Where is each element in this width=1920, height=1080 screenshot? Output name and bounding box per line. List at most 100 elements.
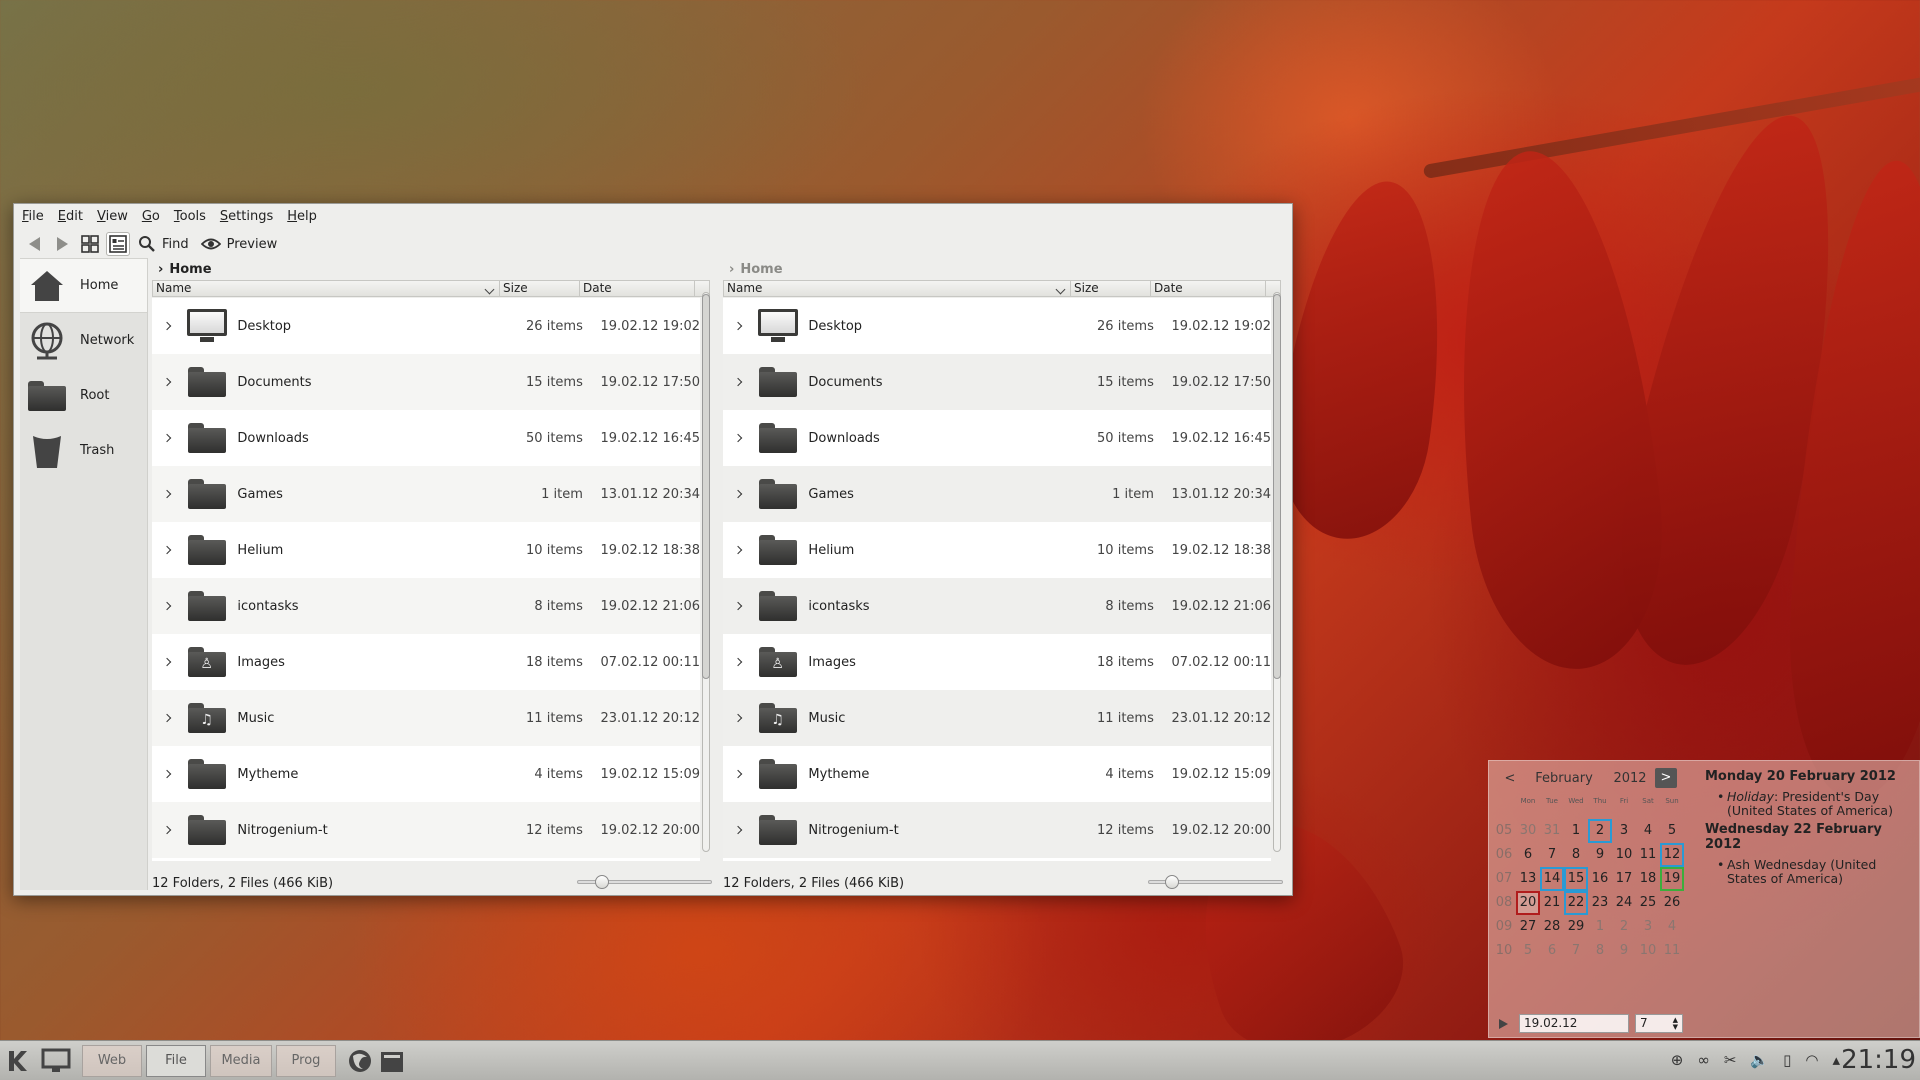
expand-icon[interactable] bbox=[152, 545, 182, 555]
file-row[interactable]: Mytheme 4 items 19.02.12 15:09 bbox=[152, 746, 700, 802]
calendar-day[interactable]: 8 bbox=[1588, 939, 1612, 963]
prev-month-button[interactable]: < bbox=[1497, 771, 1523, 786]
calendar-day[interactable]: 31 bbox=[1540, 819, 1564, 843]
calendar-day[interactable]: 11 bbox=[1660, 939, 1684, 963]
date-input[interactable]: 19.02.12 bbox=[1519, 1014, 1629, 1033]
expand-icon[interactable] bbox=[723, 713, 753, 723]
expand-icon[interactable] bbox=[723, 545, 753, 555]
next-month-button[interactable]: > bbox=[1655, 768, 1677, 788]
calendar-day[interactable]: 16 bbox=[1588, 867, 1612, 891]
week-number[interactable]: 07 bbox=[1492, 867, 1516, 891]
expand-icon[interactable] bbox=[152, 825, 182, 835]
plus-icon[interactable]: ⊕ bbox=[1671, 1051, 1684, 1069]
expand-icon[interactable] bbox=[723, 825, 753, 835]
menu-settings[interactable]: Settings bbox=[220, 209, 273, 224]
calendar-day[interactable]: 20 bbox=[1516, 891, 1540, 915]
left-zoom-slider[interactable] bbox=[577, 875, 712, 889]
activity-file-button[interactable]: File bbox=[146, 1044, 206, 1077]
menu-file[interactable]: File bbox=[22, 209, 44, 224]
calendar-day[interactable]: 19 bbox=[1660, 867, 1684, 891]
week-number[interactable]: 05 bbox=[1492, 819, 1516, 843]
calendar-day[interactable]: 18 bbox=[1636, 867, 1660, 891]
calendar-day[interactable]: 12 bbox=[1660, 843, 1684, 867]
play-icon[interactable] bbox=[1499, 1019, 1508, 1029]
calendar-day[interactable]: 7 bbox=[1564, 939, 1588, 963]
scissors-icon[interactable]: ✂ bbox=[1724, 1051, 1737, 1069]
expand-icon[interactable] bbox=[723, 377, 753, 387]
activity-web-button[interactable]: Web bbox=[82, 1044, 142, 1077]
calendar-day[interactable]: 1 bbox=[1588, 915, 1612, 939]
icons-view-button[interactable] bbox=[78, 232, 102, 256]
file-row[interactable]: Desktop 26 items 19.02.12 19:02 bbox=[152, 298, 700, 354]
calendar-day[interactable]: 10 bbox=[1636, 939, 1660, 963]
menu-view[interactable]: View bbox=[97, 209, 128, 224]
file-row[interactable]: Documents 15 items 19.02.12 17:50 bbox=[152, 354, 700, 410]
calendar-day[interactable]: 9 bbox=[1588, 843, 1612, 867]
file-row[interactable]: Documents 15 items 19.02.12 17:50 bbox=[723, 354, 1271, 410]
firefox-task-icon[interactable] bbox=[344, 1045, 376, 1077]
zoom-knob[interactable] bbox=[595, 875, 609, 889]
calendar-day[interactable]: 6 bbox=[1516, 843, 1540, 867]
file-row[interactable]: ♫ Music 11 items 23.01.12 20:12 bbox=[723, 690, 1271, 746]
calendar-day[interactable]: 3 bbox=[1636, 915, 1660, 939]
calendar-day[interactable]: 28 bbox=[1540, 915, 1564, 939]
menu-tools[interactable]: Tools bbox=[174, 209, 206, 224]
breadcrumb[interactable]: › Home bbox=[723, 258, 1281, 280]
calendar-day[interactable]: 2 bbox=[1612, 915, 1636, 939]
expand-icon[interactable] bbox=[723, 489, 753, 499]
places-item-network[interactable]: Network bbox=[20, 313, 147, 368]
file-row[interactable]: Helium 10 items 19.02.12 18:38 bbox=[723, 522, 1271, 578]
week-number[interactable]: 06 bbox=[1492, 843, 1516, 867]
expand-icon[interactable] bbox=[723, 433, 753, 443]
calendar-day[interactable]: 27 bbox=[1516, 915, 1540, 939]
places-item-trash[interactable]: Trash bbox=[20, 423, 147, 478]
file-row[interactable]: Downloads 50 items 19.02.12 16:45 bbox=[152, 410, 700, 466]
file-row[interactable]: Games 1 item 13.01.12 20:34 bbox=[723, 466, 1271, 522]
calendar-day[interactable]: 23 bbox=[1588, 891, 1612, 915]
calendar-day[interactable]: 7 bbox=[1540, 843, 1564, 867]
expand-icon[interactable] bbox=[152, 321, 182, 331]
expand-icon[interactable] bbox=[723, 321, 753, 331]
battery-icon[interactable]: ▯ bbox=[1783, 1051, 1791, 1069]
find-button[interactable]: Find bbox=[134, 232, 193, 256]
menu-help[interactable]: Help bbox=[287, 209, 317, 224]
menu-edit[interactable]: Edit bbox=[58, 209, 83, 224]
forward-button[interactable] bbox=[50, 232, 74, 256]
calendar-day[interactable]: 15 bbox=[1564, 867, 1588, 891]
calendar-day[interactable]: 4 bbox=[1636, 819, 1660, 843]
show-desktop-icon[interactable] bbox=[36, 1044, 76, 1078]
calendar-day[interactable]: 8 bbox=[1564, 843, 1588, 867]
tray-expand-icon[interactable]: ▴ bbox=[1832, 1051, 1840, 1069]
file-manager-task-icon[interactable] bbox=[376, 1045, 408, 1077]
activity-media-button[interactable]: Media bbox=[210, 1044, 272, 1077]
file-row[interactable]: ♙ Images 18 items 07.02.12 00:11 bbox=[152, 634, 700, 690]
back-button[interactable] bbox=[22, 232, 46, 256]
file-row[interactable]: ♫ Music 11 items 23.01.12 20:12 bbox=[152, 690, 700, 746]
calendar-day[interactable]: 22 bbox=[1564, 891, 1588, 915]
calendar-day[interactable]: 17 bbox=[1612, 867, 1636, 891]
calendar-day[interactable]: 6 bbox=[1540, 939, 1564, 963]
calendar-day[interactable]: 13 bbox=[1516, 867, 1540, 891]
expand-icon[interactable] bbox=[152, 601, 182, 611]
week-number[interactable]: 08 bbox=[1492, 891, 1516, 915]
file-row[interactable]: ♙ Images 18 items 07.02.12 00:11 bbox=[723, 634, 1271, 690]
file-row[interactable]: Nitrogenium-t 12 items 19.02.12 20:00 bbox=[152, 802, 700, 858]
month-label[interactable]: February bbox=[1523, 771, 1605, 786]
column-name[interactable]: Name bbox=[724, 281, 1071, 296]
calendar-day[interactable]: 21 bbox=[1540, 891, 1564, 915]
calendar-day[interactable]: 29 bbox=[1564, 915, 1588, 939]
activity-prog-button[interactable]: Prog bbox=[276, 1044, 336, 1077]
calendar-day[interactable]: 14 bbox=[1540, 867, 1564, 891]
week-number[interactable]: 10 bbox=[1492, 939, 1516, 963]
details-view-button[interactable] bbox=[106, 232, 130, 256]
expand-icon[interactable] bbox=[152, 657, 182, 667]
vertical-scrollbar[interactable] bbox=[1271, 280, 1281, 866]
file-row[interactable]: icontasks 8 items 19.02.12 21:06 bbox=[723, 578, 1271, 634]
calendar-day[interactable]: 2 bbox=[1588, 819, 1612, 843]
calendar-day[interactable]: 24 bbox=[1612, 891, 1636, 915]
link-icon[interactable]: ∞ bbox=[1697, 1051, 1710, 1069]
right-zoom-slider[interactable] bbox=[1148, 875, 1283, 889]
expand-icon[interactable] bbox=[723, 657, 753, 667]
column-date[interactable]: Date bbox=[1151, 281, 1266, 296]
calendar-day[interactable]: 4 bbox=[1660, 915, 1684, 939]
